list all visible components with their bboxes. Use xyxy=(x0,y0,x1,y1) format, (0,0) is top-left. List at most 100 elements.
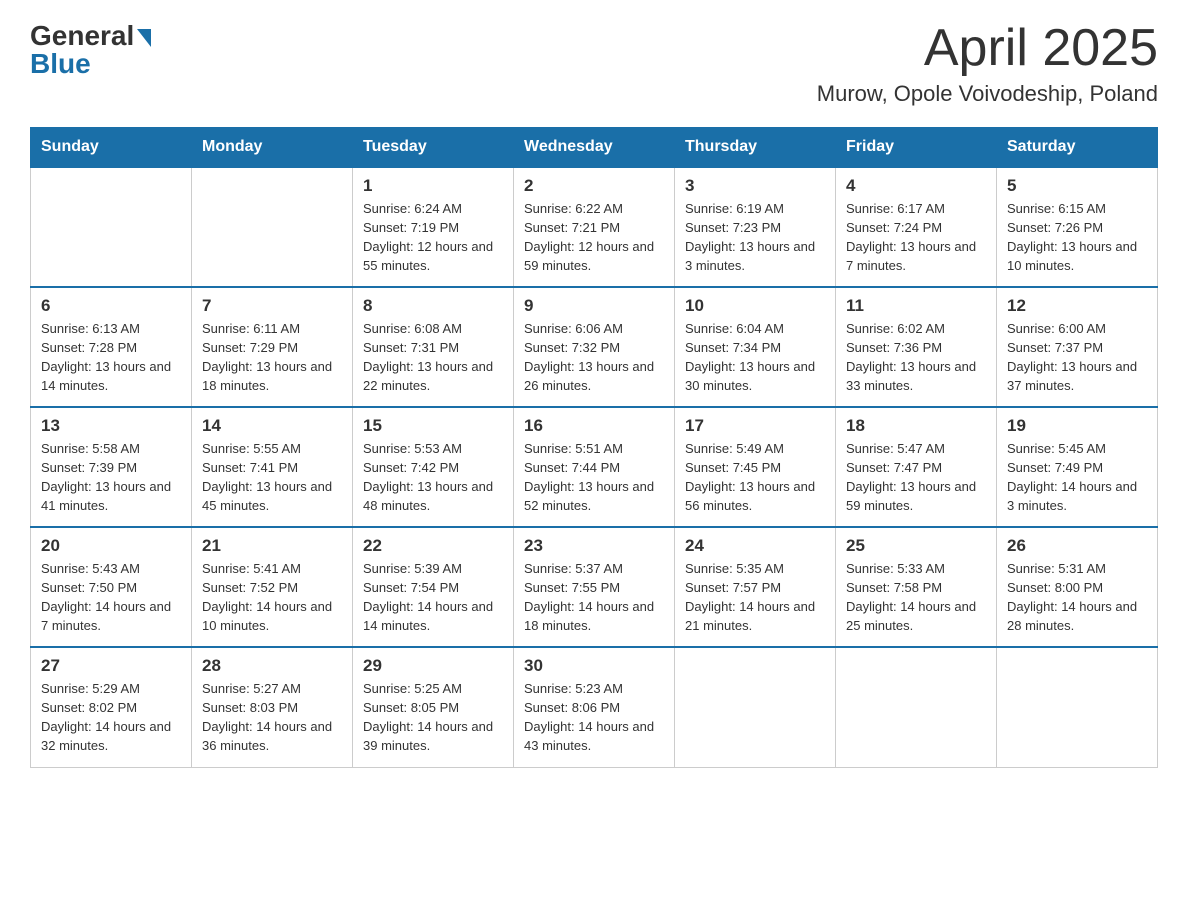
title-block: April 2025 Murow, Opole Voivodeship, Pol… xyxy=(817,20,1158,107)
calendar-cell xyxy=(675,647,836,767)
day-info: Sunrise: 5:25 AMSunset: 8:05 PMDaylight:… xyxy=(363,680,503,755)
day-number: 29 xyxy=(363,656,503,676)
day-number: 14 xyxy=(202,416,342,436)
calendar-cell: 6 Sunrise: 6:13 AMSunset: 7:28 PMDaylight… xyxy=(31,287,192,407)
day-number: 25 xyxy=(846,536,986,556)
day-info: Sunrise: 5:39 AMSunset: 7:54 PMDaylight:… xyxy=(363,560,503,635)
calendar-cell: 17 Sunrise: 5:49 AMSunset: 7:45 PMDayligh… xyxy=(675,407,836,527)
day-number: 19 xyxy=(1007,416,1147,436)
day-info: Sunrise: 6:17 AMSunset: 7:24 PMDaylight:… xyxy=(846,200,986,275)
day-number: 12 xyxy=(1007,296,1147,316)
day-info: Sunrise: 6:11 AMSunset: 7:29 PMDaylight:… xyxy=(202,320,342,395)
day-info: Sunrise: 6:06 AMSunset: 7:32 PMDaylight:… xyxy=(524,320,664,395)
day-info: Sunrise: 6:15 AMSunset: 7:26 PMDaylight:… xyxy=(1007,200,1147,275)
calendar-cell: 25 Sunrise: 5:33 AMSunset: 7:58 PMDayligh… xyxy=(836,527,997,647)
day-info: Sunrise: 5:41 AMSunset: 7:52 PMDaylight:… xyxy=(202,560,342,635)
day-number: 22 xyxy=(363,536,503,556)
day-number: 26 xyxy=(1007,536,1147,556)
day-info: Sunrise: 5:27 AMSunset: 8:03 PMDaylight:… xyxy=(202,680,342,755)
day-number: 28 xyxy=(202,656,342,676)
day-number: 16 xyxy=(524,416,664,436)
day-info: Sunrise: 5:31 AMSunset: 8:00 PMDaylight:… xyxy=(1007,560,1147,635)
day-number: 9 xyxy=(524,296,664,316)
day-number: 23 xyxy=(524,536,664,556)
day-info: Sunrise: 6:04 AMSunset: 7:34 PMDaylight:… xyxy=(685,320,825,395)
day-number: 4 xyxy=(846,176,986,196)
calendar-week-3: 13 Sunrise: 5:58 AMSunset: 7:39 PMDayligh… xyxy=(31,407,1158,527)
calendar-cell: 19 Sunrise: 5:45 AMSunset: 7:49 PMDayligh… xyxy=(997,407,1158,527)
location-title: Murow, Opole Voivodeship, Poland xyxy=(817,81,1158,107)
weekday-header-thursday: Thursday xyxy=(675,128,836,168)
calendar-cell: 16 Sunrise: 5:51 AMSunset: 7:44 PMDayligh… xyxy=(514,407,675,527)
day-number: 2 xyxy=(524,176,664,196)
day-number: 18 xyxy=(846,416,986,436)
day-info: Sunrise: 5:53 AMSunset: 7:42 PMDaylight:… xyxy=(363,440,503,515)
calendar-cell: 27 Sunrise: 5:29 AMSunset: 8:02 PMDayligh… xyxy=(31,647,192,767)
day-number: 8 xyxy=(363,296,503,316)
calendar-cell: 30 Sunrise: 5:23 AMSunset: 8:06 PMDayligh… xyxy=(514,647,675,767)
day-info: Sunrise: 5:51 AMSunset: 7:44 PMDaylight:… xyxy=(524,440,664,515)
day-info: Sunrise: 5:47 AMSunset: 7:47 PMDaylight:… xyxy=(846,440,986,515)
calendar-cell: 2 Sunrise: 6:22 AMSunset: 7:21 PMDaylight… xyxy=(514,167,675,287)
calendar-cell xyxy=(31,167,192,287)
day-info: Sunrise: 5:37 AMSunset: 7:55 PMDaylight:… xyxy=(524,560,664,635)
day-info: Sunrise: 5:49 AMSunset: 7:45 PMDaylight:… xyxy=(685,440,825,515)
day-info: Sunrise: 6:13 AMSunset: 7:28 PMDaylight:… xyxy=(41,320,181,395)
day-number: 5 xyxy=(1007,176,1147,196)
calendar-week-4: 20Sunrise: 5:43 AMSunset: 7:50 PMDayligh… xyxy=(31,527,1158,647)
calendar-cell: 7 Sunrise: 6:11 AMSunset: 7:29 PMDaylight… xyxy=(192,287,353,407)
day-info: Sunrise: 6:02 AMSunset: 7:36 PMDaylight:… xyxy=(846,320,986,395)
day-number: 15 xyxy=(363,416,503,436)
calendar-cell: 8 Sunrise: 6:08 AMSunset: 7:31 PMDaylight… xyxy=(353,287,514,407)
calendar-cell: 10 Sunrise: 6:04 AMSunset: 7:34 PMDayligh… xyxy=(675,287,836,407)
day-info: Sunrise: 6:22 AMSunset: 7:21 PMDaylight:… xyxy=(524,200,664,275)
calendar-cell: 12Sunrise: 6:00 AMSunset: 7:37 PMDayligh… xyxy=(997,287,1158,407)
day-info: Sunrise: 5:33 AMSunset: 7:58 PMDaylight:… xyxy=(846,560,986,635)
day-info: Sunrise: 5:29 AMSunset: 8:02 PMDaylight:… xyxy=(41,680,181,755)
calendar-cell: 11 Sunrise: 6:02 AMSunset: 7:36 PMDayligh… xyxy=(836,287,997,407)
page-header: General Blue April 2025 Murow, Opole Voi… xyxy=(30,20,1158,107)
calendar-cell: 1Sunrise: 6:24 AMSunset: 7:19 PMDaylight… xyxy=(353,167,514,287)
day-number: 11 xyxy=(846,296,986,316)
logo-arrow-icon xyxy=(137,29,151,47)
weekday-header-sunday: Sunday xyxy=(31,128,192,168)
day-info: Sunrise: 5:58 AMSunset: 7:39 PMDaylight:… xyxy=(41,440,181,515)
month-year-title: April 2025 xyxy=(817,20,1158,77)
calendar-cell xyxy=(997,647,1158,767)
calendar-cell: 13 Sunrise: 5:58 AMSunset: 7:39 PMDayligh… xyxy=(31,407,192,527)
calendar-cell: 18 Sunrise: 5:47 AMSunset: 7:47 PMDayligh… xyxy=(836,407,997,527)
day-info: Sunrise: 5:55 AMSunset: 7:41 PMDaylight:… xyxy=(202,440,342,515)
day-number: 17 xyxy=(685,416,825,436)
day-info: Sunrise: 5:45 AMSunset: 7:49 PMDaylight:… xyxy=(1007,440,1147,515)
weekday-header-saturday: Saturday xyxy=(997,128,1158,168)
weekday-header-friday: Friday xyxy=(836,128,997,168)
day-number: 13 xyxy=(41,416,181,436)
calendar-cell: 24 Sunrise: 5:35 AMSunset: 7:57 PMDayligh… xyxy=(675,527,836,647)
logo: General Blue xyxy=(30,20,151,80)
calendar-cell: 20Sunrise: 5:43 AMSunset: 7:50 PMDayligh… xyxy=(31,527,192,647)
day-number: 3 xyxy=(685,176,825,196)
day-info: Sunrise: 6:19 AMSunset: 7:23 PMDaylight:… xyxy=(685,200,825,275)
day-number: 1 xyxy=(363,176,503,196)
day-info: Sunrise: 5:35 AMSunset: 7:57 PMDaylight:… xyxy=(685,560,825,635)
day-number: 24 xyxy=(685,536,825,556)
calendar-week-1: 1Sunrise: 6:24 AMSunset: 7:19 PMDaylight… xyxy=(31,167,1158,287)
day-number: 30 xyxy=(524,656,664,676)
calendar-table: SundayMondayTuesdayWednesdayThursdayFrid… xyxy=(30,127,1158,768)
calendar-cell: 22 Sunrise: 5:39 AMSunset: 7:54 PMDayligh… xyxy=(353,527,514,647)
day-number: 6 xyxy=(41,296,181,316)
day-number: 21 xyxy=(202,536,342,556)
day-number: 27 xyxy=(41,656,181,676)
calendar-cell xyxy=(836,647,997,767)
day-number: 7 xyxy=(202,296,342,316)
calendar-body: 1Sunrise: 6:24 AMSunset: 7:19 PMDaylight… xyxy=(31,167,1158,767)
calendar-header: SundayMondayTuesdayWednesdayThursdayFrid… xyxy=(31,128,1158,168)
calendar-cell: 9 Sunrise: 6:06 AMSunset: 7:32 PMDaylight… xyxy=(514,287,675,407)
day-info: Sunrise: 5:23 AMSunset: 8:06 PMDaylight:… xyxy=(524,680,664,755)
calendar-cell: 23 Sunrise: 5:37 AMSunset: 7:55 PMDayligh… xyxy=(514,527,675,647)
day-info: Sunrise: 6:08 AMSunset: 7:31 PMDaylight:… xyxy=(363,320,503,395)
day-number: 10 xyxy=(685,296,825,316)
calendar-week-2: 6 Sunrise: 6:13 AMSunset: 7:28 PMDaylight… xyxy=(31,287,1158,407)
logo-blue-text: Blue xyxy=(30,48,91,80)
calendar-cell: 4 Sunrise: 6:17 AMSunset: 7:24 PMDaylight… xyxy=(836,167,997,287)
